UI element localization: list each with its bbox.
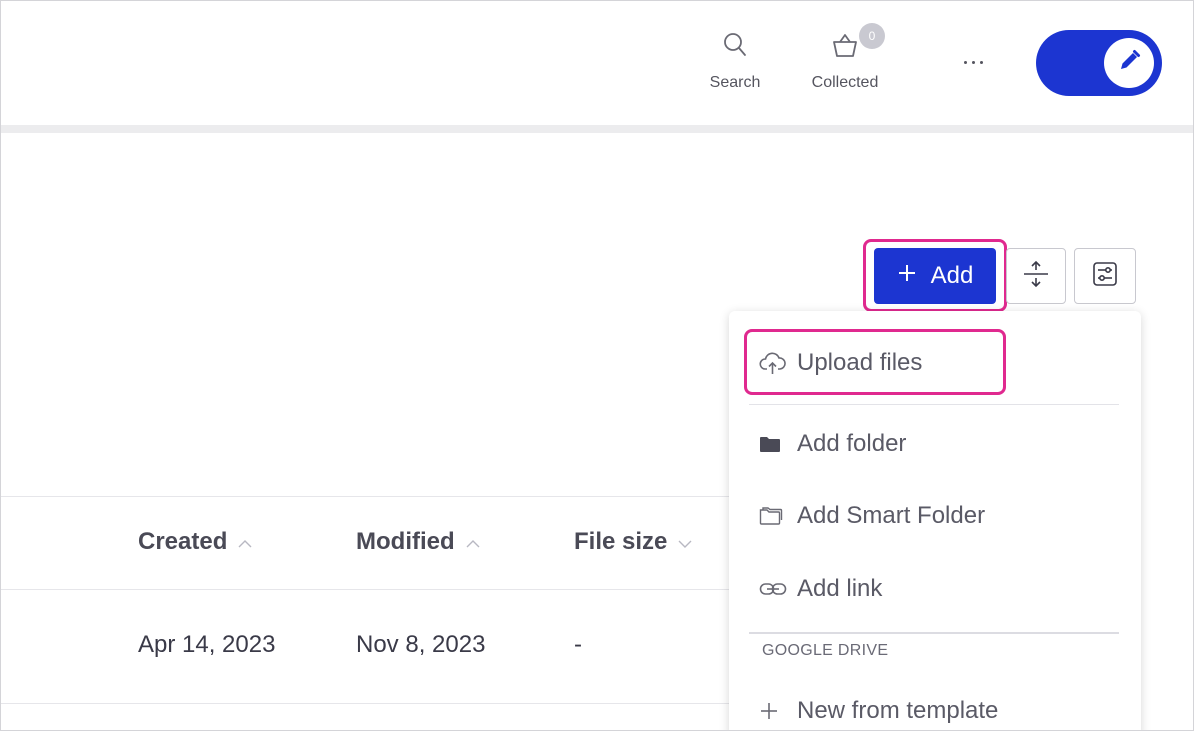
sort-ascending-icon <box>465 528 481 556</box>
menu-item-add-link[interactable]: Add link <box>749 561 1121 617</box>
sort-ascending-icon <box>237 528 253 556</box>
expand-vertical-icon <box>1022 259 1050 294</box>
plus-icon <box>749 701 797 721</box>
add-button-label: Add <box>930 262 974 289</box>
more-dot <box>971 60 975 64</box>
column-header-file-size[interactable]: File size <box>574 528 693 556</box>
sort-descending-icon <box>677 528 693 556</box>
column-header-label: File size <box>574 528 668 555</box>
column-header-modified[interactable]: Modified <box>356 528 481 556</box>
column-header-created[interactable]: Created <box>138 528 253 556</box>
menu-item-add-smart-folder[interactable]: Add Smart Folder <box>749 488 1121 544</box>
smart-folder-icon <box>749 506 797 526</box>
top-bar: Search Collected 0 <box>1 1 1193 125</box>
menu-section-title: GOOGLE DRIVE <box>762 642 889 659</box>
more-dots-icon <box>963 60 967 64</box>
edit-mode-toggle[interactable] <box>1036 30 1162 96</box>
basket-icon <box>830 31 860 64</box>
search-label: Search <box>709 74 761 91</box>
search-button[interactable]: Search <box>705 31 765 92</box>
table-row-divider <box>1 703 731 704</box>
more-options-button[interactable] <box>953 47 993 77</box>
header-divider <box>1 125 1193 133</box>
menu-item-new-from-template[interactable]: New from template <box>749 683 1121 730</box>
expand-rows-button[interactable] <box>1006 248 1066 304</box>
folder-icon <box>749 435 797 453</box>
edit-knob <box>1104 38 1154 88</box>
search-icon <box>722 31 748 64</box>
cell-modified: Nov 8, 2023 <box>356 631 486 658</box>
app-window: Search Collected 0 Add Created Modified … <box>0 0 1194 731</box>
filter-settings-button[interactable] <box>1074 248 1136 304</box>
column-header-label: Created <box>138 528 228 555</box>
add-button[interactable]: Add <box>874 248 996 304</box>
menu-divider <box>749 404 1119 405</box>
cell-created: Apr 14, 2023 <box>138 631 276 658</box>
column-header-label: Modified <box>356 528 455 555</box>
table-row-divider <box>1 589 731 590</box>
menu-item-label: New from template <box>797 697 999 724</box>
cell-file-size: - <box>574 631 582 658</box>
table-divider <box>1 496 731 497</box>
menu-item-label: Add link <box>797 575 883 602</box>
filter-settings-icon <box>1091 260 1119 293</box>
link-icon <box>749 581 797 597</box>
menu-item-label: Add folder <box>797 430 907 457</box>
plus-icon <box>897 262 917 290</box>
pencil-icon <box>1116 48 1142 79</box>
collected-label: Collected <box>811 74 879 91</box>
upload-files-highlight <box>744 329 1006 395</box>
menu-item-add-folder[interactable]: Add folder <box>749 416 1121 472</box>
more-dot <box>979 60 983 64</box>
menu-item-label: Add Smart Folder <box>797 502 986 529</box>
menu-section-divider <box>749 632 1119 634</box>
collected-count-badge: 0 <box>859 23 885 49</box>
